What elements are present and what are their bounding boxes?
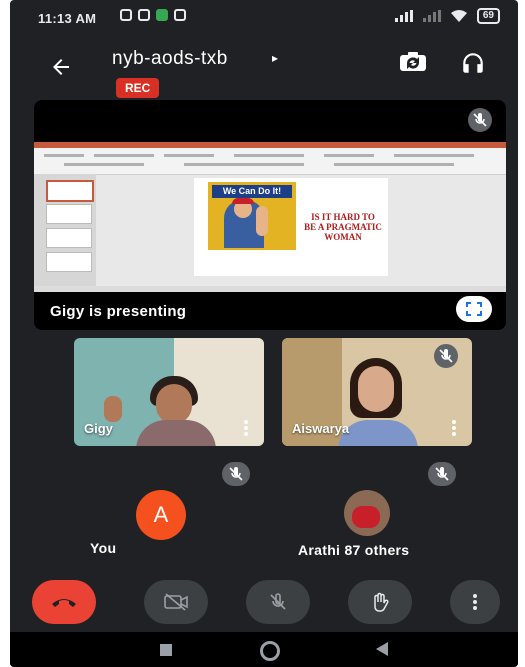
signal-icon: [394, 10, 413, 22]
system-back-icon[interactable]: [376, 642, 388, 656]
you-mic-off-badge: [222, 462, 250, 486]
avatar-you[interactable]: A: [136, 490, 186, 540]
participant-more-button[interactable]: [452, 420, 456, 436]
switch-camera-button[interactable]: [398, 50, 432, 84]
slide-thumbnail: [46, 204, 92, 224]
status-bar: 11:13 AM 69: [10, 0, 518, 36]
meet-app-screen: 11:13 AM 69 nyb-aods-txb ▸ REC We Can Do…: [10, 0, 518, 667]
wifi-icon: [450, 10, 467, 22]
participant-name: Gigy: [84, 421, 113, 436]
current-slide: We Can Do It! IS IT HARD TO BE A PRAGMAT…: [194, 178, 388, 276]
others-mic-off-badge: [428, 462, 456, 486]
switch-camera-icon: [400, 52, 426, 71]
participant-more-button[interactable]: [244, 420, 248, 436]
participant-label-others: Arathi 87 others: [298, 542, 410, 558]
mic-off-icon: [439, 349, 453, 363]
presentation-mic-off-badge: [468, 108, 492, 132]
mic-off-icon: [435, 467, 449, 481]
camera-toggle-button[interactable]: [144, 580, 208, 624]
call-controls: [10, 580, 518, 630]
mic-off-icon: [270, 593, 286, 610]
signal-icon-2: [422, 10, 441, 22]
notification-icon: [120, 9, 132, 21]
participant-tile-gigy[interactable]: Gigy: [74, 338, 264, 446]
home-icon[interactable]: [260, 641, 280, 661]
slide-thumbnails: [34, 174, 96, 286]
participant-mic-off-badge: [434, 344, 458, 368]
meeting-code[interactable]: nyb-aods-txb: [112, 48, 228, 70]
participant-name: Aiswarya: [292, 421, 350, 436]
status-right: 69: [394, 8, 500, 24]
camera-off-icon: [164, 593, 188, 611]
slide-title: IS IT HARD TO BE A PRAGMATIC WOMAN: [304, 212, 382, 242]
mic-off-icon: [473, 113, 487, 127]
more-vertical-icon: [473, 594, 477, 610]
recording-badge: REC: [116, 78, 160, 98]
raise-hand-icon: [374, 592, 389, 612]
slide-thumbnail: [46, 228, 92, 248]
poster-caption: We Can Do It!: [212, 185, 292, 198]
participant-tile-aiswarya[interactable]: Aiswarya: [282, 338, 472, 446]
recent-apps-icon[interactable]: [160, 644, 172, 656]
ppt-ribbon-toolbar: [34, 148, 506, 175]
we-can-do-it-poster: We Can Do It!: [208, 182, 296, 250]
avatar-arathi[interactable]: [344, 490, 390, 536]
participant-label-you: You: [90, 540, 117, 556]
raise-hand-button[interactable]: [348, 580, 412, 624]
battery-indicator: 69: [476, 8, 500, 24]
slide-thumbnail: [46, 180, 94, 202]
status-time: 11:13 AM: [38, 11, 97, 26]
presentation-tile[interactable]: We Can Do It! IS IT HARD TO BE A PRAGMAT…: [34, 100, 506, 330]
more-options-button[interactable]: [450, 580, 500, 624]
end-call-icon: [52, 599, 76, 607]
ppt-status-bar: [34, 286, 506, 292]
audio-output-button[interactable]: [460, 50, 494, 84]
notification-icons: [120, 9, 186, 21]
fullscreen-icon: [466, 302, 482, 316]
app-notification-icon: [156, 9, 168, 21]
meeting-details-caret-icon[interactable]: ▸: [272, 51, 278, 65]
top-bar: nyb-aods-txb ▸ REC: [10, 40, 518, 100]
microphone-toggle-button[interactable]: [246, 580, 310, 624]
shared-screen: We Can Do It! IS IT HARD TO BE A PRAGMAT…: [34, 142, 506, 292]
headphones-icon: [463, 53, 483, 73]
cast-icon: [174, 9, 186, 21]
system-navigation-bar: [10, 632, 518, 667]
slide-thumbnail: [46, 252, 92, 272]
arrow-left-icon: [53, 59, 69, 75]
back-button[interactable]: [44, 50, 78, 84]
headset-notification-icon: [138, 9, 150, 21]
end-call-button[interactable]: [32, 580, 96, 624]
mic-off-icon: [229, 467, 243, 481]
presenter-label: Gigy is presenting: [50, 303, 187, 320]
fullscreen-button[interactable]: [456, 296, 492, 322]
